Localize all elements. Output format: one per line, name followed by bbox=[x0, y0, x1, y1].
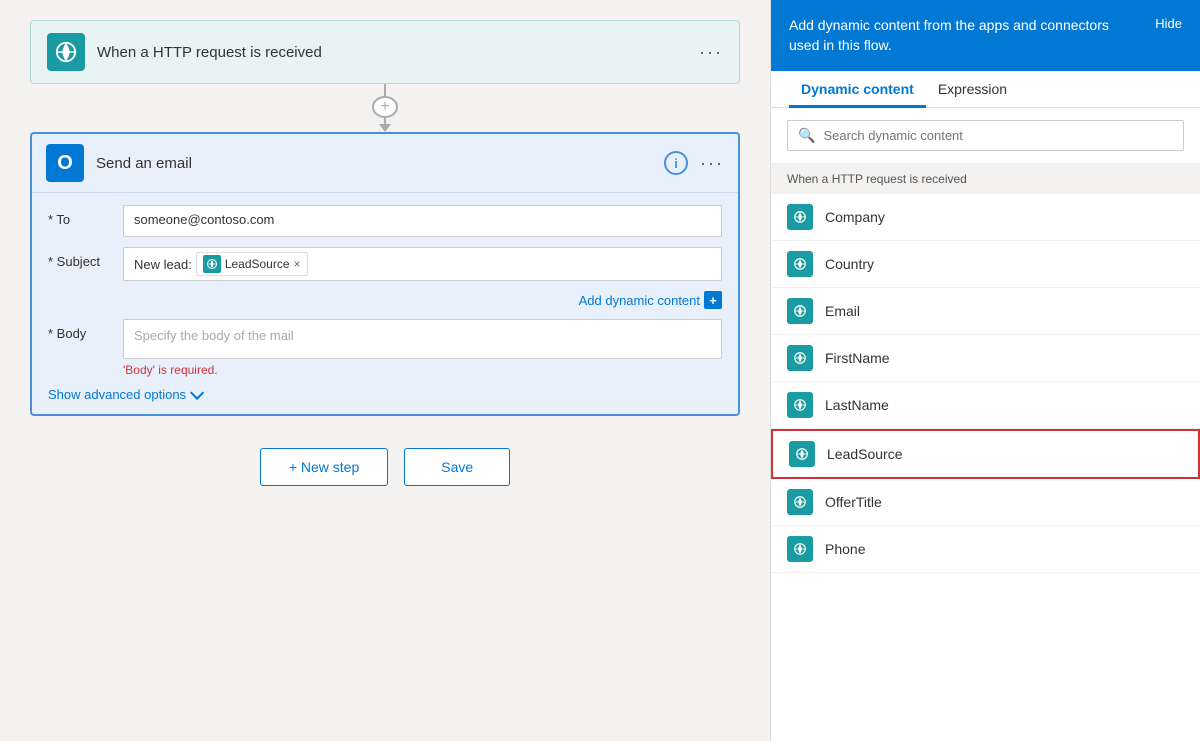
info-button[interactable]: i bbox=[664, 151, 688, 175]
email-more-button[interactable]: ··· bbox=[700, 153, 724, 174]
add-dynamic-label: Add dynamic content bbox=[579, 293, 700, 308]
search-icon: 🔍 bbox=[798, 127, 815, 144]
subject-prefix: New lead: bbox=[134, 257, 192, 272]
dynamic-item-label-firstname: FirstName bbox=[825, 350, 890, 366]
to-label: * To bbox=[48, 205, 123, 227]
dynamic-item-firstname[interactable]: FirstName bbox=[771, 335, 1200, 382]
body-field-row: * Body Specify the body of the mail 'Bod… bbox=[48, 319, 722, 377]
http-icon-svg bbox=[55, 41, 77, 63]
dynamic-item-label-lastname: LastName bbox=[825, 397, 889, 413]
dynamic-item-email[interactable]: Email bbox=[771, 288, 1200, 335]
dynamic-item-icon-firstname bbox=[787, 345, 813, 371]
to-input[interactable]: someone@contoso.com bbox=[123, 205, 722, 237]
body-error: 'Body' is required. bbox=[123, 363, 722, 377]
panel-header: Add dynamic content from the apps and co… bbox=[771, 0, 1200, 71]
dynamic-item-icon-company bbox=[787, 204, 813, 230]
dynamic-item-label-offertitle: OfferTitle bbox=[825, 494, 882, 510]
dynamic-item-label-email: Email bbox=[825, 303, 860, 319]
connector-arrow bbox=[379, 124, 391, 132]
tab-expression[interactable]: Expression bbox=[926, 71, 1019, 108]
show-advanced-label: Show advanced options bbox=[48, 387, 186, 402]
bottom-actions: + New step Save bbox=[260, 448, 510, 486]
lead-tag-remove[interactable]: × bbox=[294, 257, 301, 271]
search-box: 🔍 bbox=[787, 120, 1184, 151]
show-advanced-button[interactable]: Show advanced options bbox=[48, 387, 200, 402]
add-dynamic-row: Add dynamic content + bbox=[123, 291, 722, 309]
lead-tag-icon bbox=[203, 255, 221, 273]
to-field-row: * To someone@contoso.com bbox=[48, 205, 722, 237]
dynamic-item-lastname[interactable]: LastName bbox=[771, 382, 1200, 429]
search-input[interactable] bbox=[823, 128, 1173, 143]
add-dynamic-plus-icon: + bbox=[704, 291, 722, 309]
dynamic-item-country[interactable]: Country bbox=[771, 241, 1200, 288]
http-icon bbox=[47, 33, 85, 71]
chevron-down-icon bbox=[190, 385, 204, 399]
tab-expression-label: Expression bbox=[938, 81, 1007, 97]
dynamic-item-label-company: Company bbox=[825, 209, 885, 225]
panel-section-header: When a HTTP request is received bbox=[771, 164, 1200, 194]
new-step-button[interactable]: + New step bbox=[260, 448, 388, 486]
http-block-title: When a HTTP request is received bbox=[97, 44, 699, 61]
tab-dynamic-content[interactable]: Dynamic content bbox=[789, 71, 926, 108]
dynamic-item-phone[interactable]: Phone bbox=[771, 526, 1200, 573]
panel-header-text: Add dynamic content from the apps and co… bbox=[789, 16, 1155, 55]
main-canvas: When a HTTP request is received ··· + O … bbox=[0, 0, 770, 741]
subject-input[interactable]: New lead: LeadSource × bbox=[123, 247, 722, 281]
email-title: Send an email bbox=[96, 155, 664, 172]
email-body: * To someone@contoso.com * Subject New l… bbox=[32, 193, 738, 414]
dynamic-item-label-country: Country bbox=[825, 256, 874, 272]
body-placeholder: Specify the body of the mail bbox=[134, 328, 294, 343]
dynamic-item-icon-offertitle bbox=[787, 489, 813, 515]
email-block: O Send an email i ··· * To someone@conto… bbox=[30, 132, 740, 416]
panel-search: 🔍 bbox=[771, 108, 1200, 164]
subject-field-row: * Subject New lead: LeadSource × bbox=[48, 247, 722, 281]
dynamic-item-icon-country bbox=[787, 251, 813, 277]
outlook-icon: O bbox=[46, 144, 84, 182]
dynamic-item-icon-email bbox=[787, 298, 813, 324]
dynamic-item-icon-leadsource bbox=[789, 441, 815, 467]
save-button[interactable]: Save bbox=[404, 448, 510, 486]
lead-tag-label: LeadSource bbox=[225, 257, 290, 271]
tab-dynamic-content-label: Dynamic content bbox=[801, 81, 914, 97]
panel-tabs: Dynamic content Expression bbox=[771, 71, 1200, 108]
email-header: O Send an email i ··· bbox=[32, 134, 738, 193]
dynamic-item-label-leadsource: LeadSource bbox=[827, 446, 903, 462]
lead-tag-icon-svg bbox=[206, 258, 218, 270]
body-label: * Body bbox=[48, 319, 123, 341]
panel-content: When a HTTP request is received Company … bbox=[771, 164, 1200, 741]
dynamic-item-offertitle[interactable]: OfferTitle bbox=[771, 479, 1200, 526]
lead-source-tag: LeadSource × bbox=[196, 252, 308, 276]
subject-label: * Subject bbox=[48, 247, 123, 269]
dynamic-item-label-phone: Phone bbox=[825, 541, 865, 557]
body-input[interactable]: Specify the body of the mail bbox=[123, 319, 722, 359]
outlook-letter: O bbox=[57, 152, 73, 175]
hide-button[interactable]: Hide bbox=[1155, 16, 1182, 31]
connector-line-top bbox=[384, 84, 386, 96]
to-value: someone@contoso.com bbox=[134, 212, 274, 227]
dynamic-item-leadsource[interactable]: LeadSource bbox=[771, 429, 1200, 479]
connector: + bbox=[372, 84, 398, 132]
right-panel: Add dynamic content from the apps and co… bbox=[770, 0, 1200, 741]
http-block: When a HTTP request is received ··· bbox=[30, 20, 740, 84]
add-dynamic-button[interactable]: Add dynamic content + bbox=[579, 291, 722, 309]
dynamic-item-company[interactable]: Company bbox=[771, 194, 1200, 241]
dynamic-item-icon-lastname bbox=[787, 392, 813, 418]
http-more-button[interactable]: ··· bbox=[699, 42, 723, 63]
add-step-circle[interactable]: + bbox=[372, 96, 398, 118]
dynamic-item-icon-phone bbox=[787, 536, 813, 562]
